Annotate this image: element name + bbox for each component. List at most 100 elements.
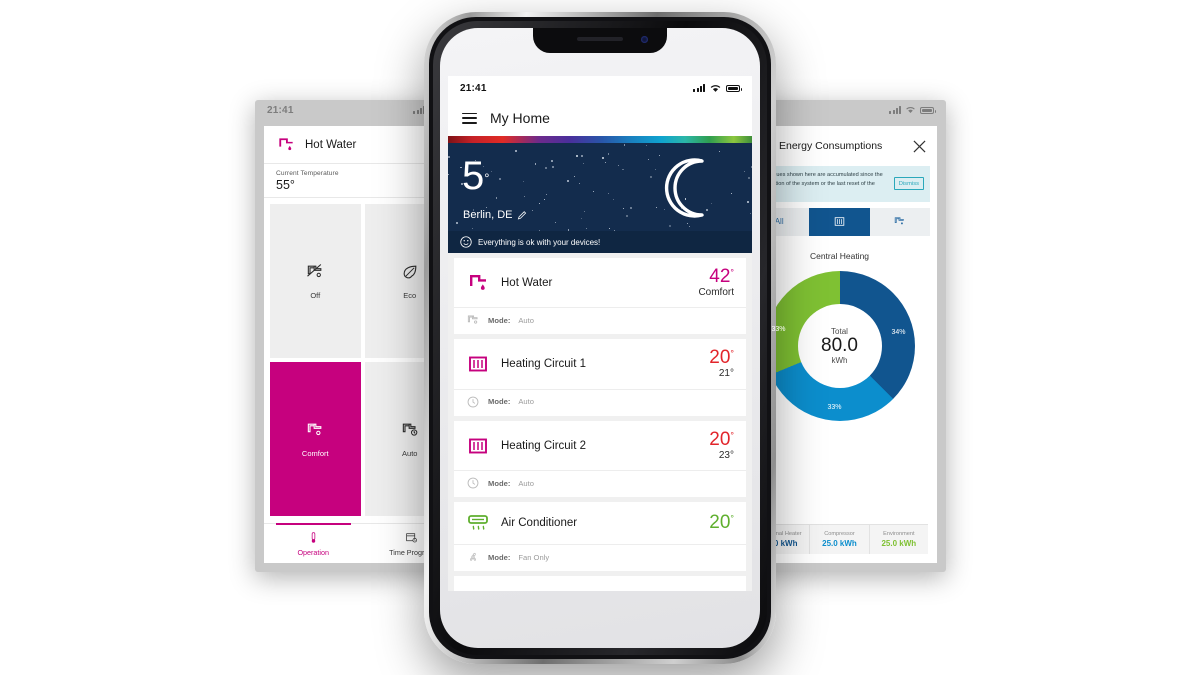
hot-water-tap-icon	[279, 137, 293, 150]
card-main-row: Heating Circuit 1 20° 21°	[454, 339, 746, 388]
calendar-clock-icon	[406, 532, 418, 542]
card-main-row: Hot Water 42° Comfort	[454, 258, 746, 307]
weather-hero[interactable]: 5° Berlin, DE Everything is ok with your…	[448, 143, 752, 253]
dismiss-button[interactable]: Dismiss	[893, 177, 924, 191]
legend-name: Environment	[883, 531, 915, 537]
info-banner-text: The values shown here are accumulated si…	[758, 172, 883, 195]
status-time: 21:41	[460, 82, 487, 94]
battery-icon	[920, 106, 936, 114]
status-time: 21:41	[267, 104, 294, 116]
location-name: Berlin, DE	[463, 209, 513, 221]
weather-location[interactable]: Berlin, DE	[463, 209, 528, 221]
device-value: 20°	[709, 513, 734, 533]
battery-icon	[726, 84, 742, 92]
device-name: Hot Water	[501, 276, 553, 289]
system-status-text: Everything is ok with your devices!	[478, 237, 601, 247]
fan-icon	[470, 553, 476, 562]
wifi-icon	[906, 107, 915, 113]
energy-donut-chart: 34% 33% 33% Total 80.0 kWh	[764, 270, 915, 421]
legend-value: 25.0 kWh	[822, 539, 857, 548]
energy-filter-tabs: All	[749, 207, 930, 236]
mode-value: Auto	[518, 397, 534, 407]
device-name: Air Conditioner	[501, 517, 578, 530]
phone-mockup: 21:41 My Home 5° Berlin, DE Everything i…	[424, 12, 776, 664]
status-icons	[693, 84, 742, 93]
status-icons	[889, 106, 936, 114]
degree-symbol: °	[730, 430, 734, 441]
pencil-edit-icon[interactable]	[517, 210, 528, 221]
tab-label: All	[774, 217, 784, 227]
card-mode-row: Mode: Auto	[454, 470, 746, 497]
system-status-bar: Everything is ok with your devices!	[448, 231, 752, 253]
screenshot-stage: 21:41 Hot Water Current Temperature 55°	[0, 0, 1200, 675]
hamburger-menu-icon[interactable]	[462, 112, 477, 124]
mode-label: Mode:	[488, 315, 511, 325]
device-name: Heating Circuit 2	[501, 439, 587, 452]
phone-notch	[533, 28, 667, 53]
mode-label: Off	[310, 291, 321, 300]
color-gradient-bar	[448, 136, 752, 143]
device-card-air-conditioner[interactable]: Air Conditioner 20° Mode: Fan Only	[454, 502, 746, 572]
close-x-icon[interactable]	[913, 140, 926, 153]
weather-temperature: 5°	[462, 156, 489, 196]
mode-value: Auto	[518, 478, 534, 488]
value-sub: Comfort	[698, 286, 734, 298]
device-list: Hot Water 42° Comfort Mode: Auto Heating…	[448, 253, 752, 591]
mode-label: Auto	[402, 449, 418, 458]
energy-tab-hot-water[interactable]	[869, 207, 930, 236]
tab-operation[interactable]: Operation	[264, 523, 363, 563]
app-title: My Home	[490, 110, 550, 126]
radiator-icon	[469, 356, 487, 372]
mode-cell-comfort[interactable]: Comfort	[270, 362, 361, 516]
value-number: 20	[709, 347, 731, 369]
card-mode-row: Mode: Fan Only	[454, 544, 746, 571]
mode-value: Auto	[518, 315, 534, 325]
mode-label: Mode:	[488, 397, 511, 407]
value-number: 20	[709, 512, 731, 534]
device-card-heating-circuit-1[interactable]: Heating Circuit 1 20° 21° Mode: Auto	[454, 339, 746, 416]
legend-name: Compressor	[824, 531, 855, 537]
degree-symbol: °	[730, 267, 734, 278]
crescent-moon-icon	[664, 158, 704, 218]
device-value: 20° 23°	[709, 428, 734, 461]
degree-symbol: °	[730, 514, 734, 525]
hot-water-auto-icon	[402, 423, 418, 436]
hot-water-tap-icon	[470, 274, 486, 290]
donut-center-total: Total 80.0 kWh	[765, 271, 915, 421]
energy-legend: Additional Heater 30.0 kWh Compressor 25…	[751, 524, 928, 554]
donut-total-unit: kWh	[831, 355, 848, 365]
value-number: 20	[709, 428, 731, 450]
hot-water-tap-icon	[308, 423, 322, 436]
device-name: Heating Circuit 1	[501, 358, 587, 371]
signal-bars-icon	[693, 84, 705, 92]
panel-title: Hot Water	[305, 138, 357, 151]
app-bar: My Home	[448, 100, 752, 136]
wifi-icon	[710, 84, 721, 92]
energy-tab-heating[interactable]	[809, 207, 870, 236]
mode-cell-off[interactable]: Off	[270, 204, 361, 358]
radiator-icon	[834, 217, 845, 227]
legend-item: Compressor 25.0 kWh	[810, 525, 870, 554]
smiley-face-icon	[460, 236, 472, 248]
legend-value: 25.0 kWh	[881, 539, 917, 548]
hot-water-tap-icon	[467, 315, 478, 325]
card-main-row: Energy Consumptions	[454, 576, 746, 591]
clock-icon	[467, 477, 479, 489]
degree-symbol: °	[730, 349, 734, 360]
donut-total-value: 80.0	[821, 335, 858, 356]
card-main-row: Heating Circuit 2 20° 23°	[454, 421, 746, 470]
mode-value: Fan Only	[518, 552, 550, 562]
leaf-eco-icon	[403, 265, 417, 279]
front-camera	[641, 35, 648, 43]
device-card-hot-water[interactable]: Hot Water 42° Comfort Mode: Auto	[454, 258, 746, 335]
card-main-row: Air Conditioner 20°	[454, 502, 746, 544]
tab-label: Operation	[297, 547, 330, 557]
air-conditioner-icon	[468, 515, 488, 531]
value-number: 42	[709, 266, 731, 287]
device-card-heating-circuit-2[interactable]: Heating Circuit 2 20° 23° Mode: Auto	[454, 420, 746, 498]
device-value: 42° Comfort	[698, 267, 734, 298]
earpiece-speaker	[577, 37, 623, 41]
current-temperature-label: Current Temperature	[276, 169, 339, 177]
card-mode-row: Mode: Auto	[454, 388, 746, 416]
device-card-energy-consumptions[interactable]: Energy Consumptions	[454, 576, 746, 591]
